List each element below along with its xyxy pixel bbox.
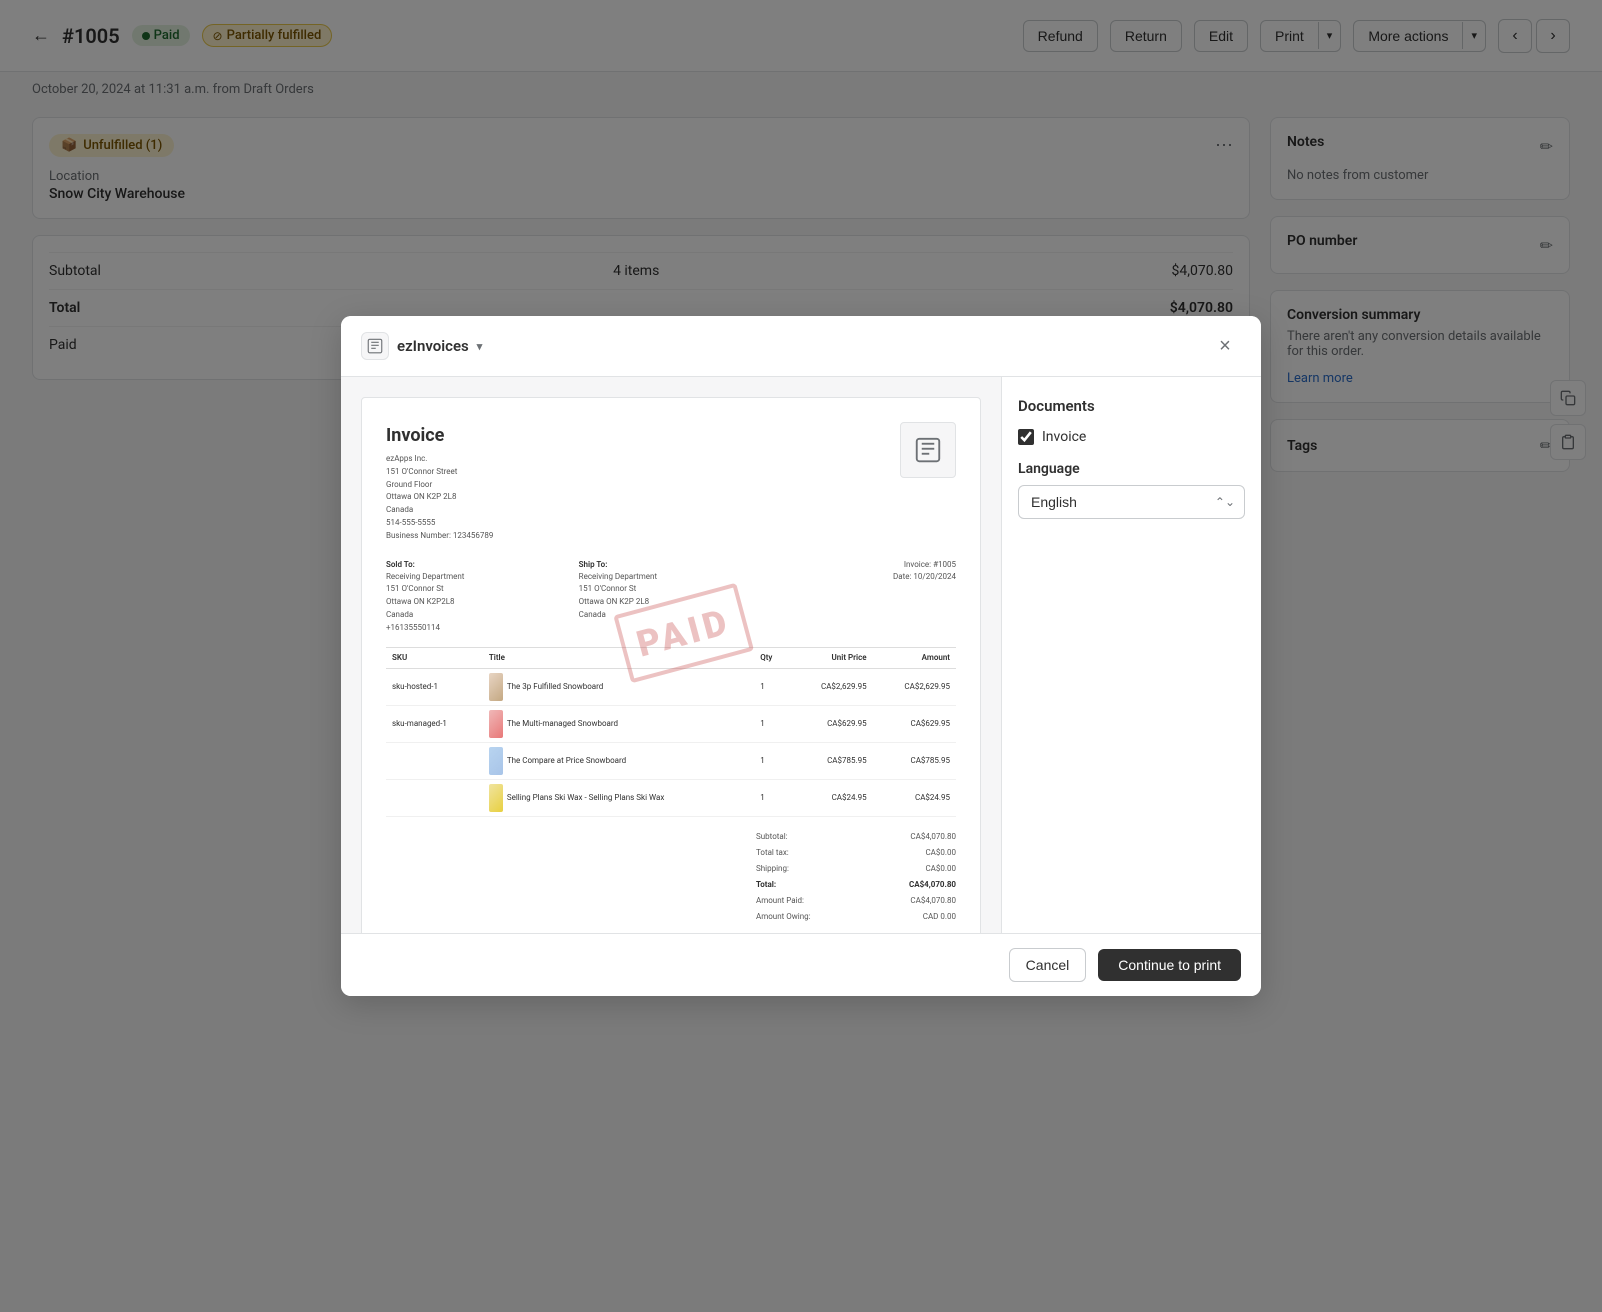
cell-amount: CA$629.95 xyxy=(873,705,956,742)
cell-unit-price: CA$785.95 xyxy=(789,742,872,779)
cancel-button[interactable]: Cancel xyxy=(1009,948,1087,982)
cell-qty: 1 xyxy=(754,705,789,742)
modal-body: PAID Invoice ezApps Inc. 151 O'Connor St… xyxy=(341,377,1261,933)
col-sku: SKU xyxy=(386,647,483,668)
table-row: sku-hosted-1 The 3p Fulfilled Snowboard … xyxy=(386,668,956,705)
subtotal-row: Subtotal: CA$4,070.80 xyxy=(756,829,956,845)
modal-chevron-icon: ▾ xyxy=(477,340,483,353)
col-unit-price: Unit Price xyxy=(789,647,872,668)
col-amount: Amount xyxy=(873,647,956,668)
table-row: sku-managed-1 The Multi-managed Snowboar… xyxy=(386,705,956,742)
sold-to-block: Sold To: Receiving Department 151 O'Conn… xyxy=(386,559,571,635)
modal-header: ezInvoices ▾ × xyxy=(341,316,1261,377)
modal-footer: Cancel Continue to print xyxy=(341,933,1261,996)
documents-panel: Documents Invoice Language English Frenc… xyxy=(1001,377,1261,933)
documents-title: Documents xyxy=(1018,397,1245,415)
amount-owing-row: Amount Owing: CAD 0.00 xyxy=(756,909,956,925)
invoice-checkbox[interactable] xyxy=(1018,429,1034,445)
cell-title: The Multi-managed Snowboard xyxy=(483,705,754,742)
table-row: The Compare at Price Snowboard 1 CA$785.… xyxy=(386,742,956,779)
language-title: Language xyxy=(1018,461,1245,477)
total-row: Total: CA$4,070.80 xyxy=(756,877,956,893)
cell-sku: sku-hosted-1 xyxy=(386,668,483,705)
invoice-logo xyxy=(900,422,956,478)
cell-qty: 1 xyxy=(754,668,789,705)
modal-app-name[interactable]: ezInvoices ▾ xyxy=(361,332,482,360)
shipping-row: Shipping: CA$0.00 xyxy=(756,861,956,877)
col-qty: Qty xyxy=(754,647,789,668)
cell-unit-price: CA$2,629.95 xyxy=(789,668,872,705)
invoice-table: SKU Title Qty Unit Price Amount sku-host… xyxy=(386,647,956,817)
invoice-title: Invoice xyxy=(386,422,493,449)
invoice-ref: Invoice: #1005 Date: 10/20/2024 xyxy=(771,559,956,635)
invoice-addresses: Sold To: Receiving Department 151 O'Conn… xyxy=(386,559,956,635)
cell-qty: 1 xyxy=(754,742,789,779)
cell-title: The Compare at Price Snowboard xyxy=(483,742,754,779)
col-title: Title xyxy=(483,647,754,668)
invoice-checkbox-label: Invoice xyxy=(1042,429,1086,445)
modal-app-icon xyxy=(361,332,389,360)
cell-qty: 1 xyxy=(754,779,789,816)
language-select-wrapper: English French Spanish German ⌃⌄ xyxy=(1018,485,1245,519)
tax-row: Total tax: CA$0.00 xyxy=(756,845,956,861)
cell-sku: sku-managed-1 xyxy=(386,705,483,742)
modal-close-button[interactable]: × xyxy=(1209,330,1241,362)
invoice-preview-panel: PAID Invoice ezApps Inc. 151 O'Connor St… xyxy=(341,377,1001,933)
cell-unit-price: CA$629.95 xyxy=(789,705,872,742)
language-select[interactable]: English French Spanish German xyxy=(1018,485,1245,519)
cell-title: The 3p Fulfilled Snowboard xyxy=(483,668,754,705)
invoice-totals: Subtotal: CA$4,070.80 Total tax: CA$0.00… xyxy=(756,829,956,925)
cell-title: Selling Plans Ski Wax - Selling Plans Sk… xyxy=(483,779,754,816)
cell-unit-price: CA$24.95 xyxy=(789,779,872,816)
invoice-checkbox-row: Invoice xyxy=(1018,429,1245,445)
continue-to-print-button[interactable]: Continue to print xyxy=(1098,949,1241,981)
modal-overlay: ezInvoices ▾ × PAID Invoice xyxy=(0,0,1602,1312)
ship-to-block: Ship To: Receiving Department 151 O'Conn… xyxy=(579,559,764,635)
cell-sku xyxy=(386,779,483,816)
ez-invoices-modal: ezInvoices ▾ × PAID Invoice xyxy=(341,316,1261,996)
invoice-paper: PAID Invoice ezApps Inc. 151 O'Connor St… xyxy=(361,397,981,933)
cell-sku xyxy=(386,742,483,779)
amount-paid-row: Amount Paid: CA$4,070.80 xyxy=(756,893,956,909)
cell-amount: CA$785.95 xyxy=(873,742,956,779)
invoice-company-info: ezApps Inc. 151 O'Connor Street Ground F… xyxy=(386,453,493,543)
cell-amount: CA$24.95 xyxy=(873,779,956,816)
table-row: Selling Plans Ski Wax - Selling Plans Sk… xyxy=(386,779,956,816)
cell-amount: CA$2,629.95 xyxy=(873,668,956,705)
